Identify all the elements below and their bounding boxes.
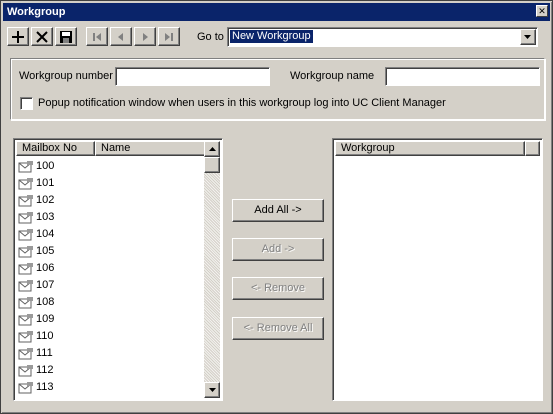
list-item[interactable]: 107 [18, 277, 54, 294]
popup-notification-label: Popup notification window when users in … [38, 97, 446, 109]
workgroup-name-label: Workgroup name [290, 70, 375, 82]
workgroup-window: Workgroup ✕ Go to New Workgroup Workgrou… [0, 0, 553, 414]
goto-selected-value: New Workgroup [230, 30, 313, 43]
list-item[interactable]: 112 [18, 362, 54, 379]
mailbox-icon [18, 313, 33, 325]
list-item[interactable]: 101 [18, 175, 54, 192]
list-item[interactable]: 110 [18, 328, 54, 345]
title-bar: Workgroup ✕ [3, 3, 550, 21]
workgroup-name-field[interactable] [385, 67, 540, 86]
mailbox-icon [18, 228, 33, 240]
save-icon [60, 30, 72, 43]
add-all-button[interactable]: Add All -> [232, 199, 324, 222]
column-header-workgroup[interactable]: Workgroup [335, 141, 525, 156]
scroll-down-button[interactable] [204, 382, 220, 398]
remove-button[interactable]: <- Remove [232, 277, 324, 300]
mailbox-number: 113 [36, 381, 54, 393]
column-header-name[interactable]: Name [95, 141, 206, 156]
mailbox-number: 100 [36, 160, 55, 172]
mailbox-list-scrollbar[interactable] [204, 141, 220, 398]
close-icon[interactable]: ✕ [536, 5, 548, 17]
list-item[interactable]: 109 [18, 311, 54, 328]
mailbox-icon [18, 262, 33, 274]
mailbox-number: 105 [36, 245, 55, 257]
scroll-up-button[interactable] [204, 141, 220, 157]
list-item[interactable]: 104 [18, 226, 54, 243]
next-record-button[interactable] [134, 27, 156, 46]
mailbox-icon [18, 211, 33, 223]
workgroup-list[interactable]: Workgroup [332, 138, 543, 401]
add-button[interactable]: Add -> [232, 238, 324, 261]
previous-record-button[interactable] [110, 27, 132, 46]
goto-label: Go to [197, 31, 224, 43]
list-item[interactable]: 100 [18, 158, 54, 175]
scroll-up-icon [208, 147, 216, 151]
mailbox-icon [18, 177, 33, 189]
next-record-icon [143, 32, 148, 41]
add-icon [12, 30, 24, 43]
save-button[interactable] [55, 27, 77, 46]
workgroup-number-label: Workgroup number [19, 70, 113, 82]
remove-all-button[interactable]: <- Remove All [232, 317, 324, 340]
last-record-button[interactable] [158, 27, 180, 46]
column-header-blank [525, 141, 540, 156]
popup-notification-checkbox[interactable] [20, 97, 33, 110]
list-item[interactable]: 111 [18, 345, 53, 362]
mailbox-icon [18, 364, 33, 376]
mailbox-icon [18, 330, 33, 342]
list-item[interactable]: 103 [18, 209, 54, 226]
mailbox-icon [18, 381, 33, 393]
mailbox-icon [18, 245, 33, 257]
mailbox-icon [18, 347, 33, 359]
list-item[interactable]: 113 [18, 379, 54, 396]
delete-button[interactable] [31, 27, 53, 46]
delete-icon [36, 30, 48, 43]
workgroup-number-field[interactable] [115, 67, 270, 86]
mailbox-number: 112 [36, 364, 54, 376]
goto-dropdown[interactable]: New Workgroup [227, 27, 538, 47]
scroll-thumb[interactable] [204, 157, 220, 173]
list-item[interactable]: 108 [18, 294, 54, 311]
mailbox-number: 101 [36, 177, 55, 189]
mailbox-number: 111 [36, 347, 53, 359]
first-record-icon [93, 32, 101, 41]
mailbox-number: 104 [36, 228, 55, 240]
previous-record-icon [118, 32, 123, 41]
chevron-down-icon [524, 34, 531, 39]
mailbox-number: 102 [36, 194, 55, 206]
mailbox-icon [18, 160, 33, 172]
add-button[interactable] [7, 27, 29, 46]
mailbox-number: 108 [36, 296, 55, 308]
mailbox-number: 107 [36, 279, 55, 291]
mailbox-list[interactable]: Mailbox No Name 100 101 102 103 104 105 106 107… [13, 138, 223, 401]
list-item[interactable]: 105 [18, 243, 54, 260]
mailbox-number: 103 [36, 211, 55, 223]
mailbox-icon [18, 194, 33, 206]
column-header-mailbox-no[interactable]: Mailbox No [16, 141, 95, 156]
dropdown-button[interactable] [520, 29, 536, 45]
mailbox-number: 110 [36, 330, 54, 342]
list-item[interactable]: 106 [18, 260, 54, 277]
mailbox-icon [18, 296, 33, 308]
window-title: Workgroup [7, 6, 66, 18]
first-record-button[interactable] [86, 27, 108, 46]
mailbox-number: 106 [36, 262, 55, 274]
scroll-down-icon [208, 388, 216, 392]
last-record-icon [165, 32, 173, 41]
list-item[interactable]: 102 [18, 192, 54, 209]
mailbox-icon [18, 279, 33, 291]
mailbox-number: 109 [36, 313, 55, 325]
